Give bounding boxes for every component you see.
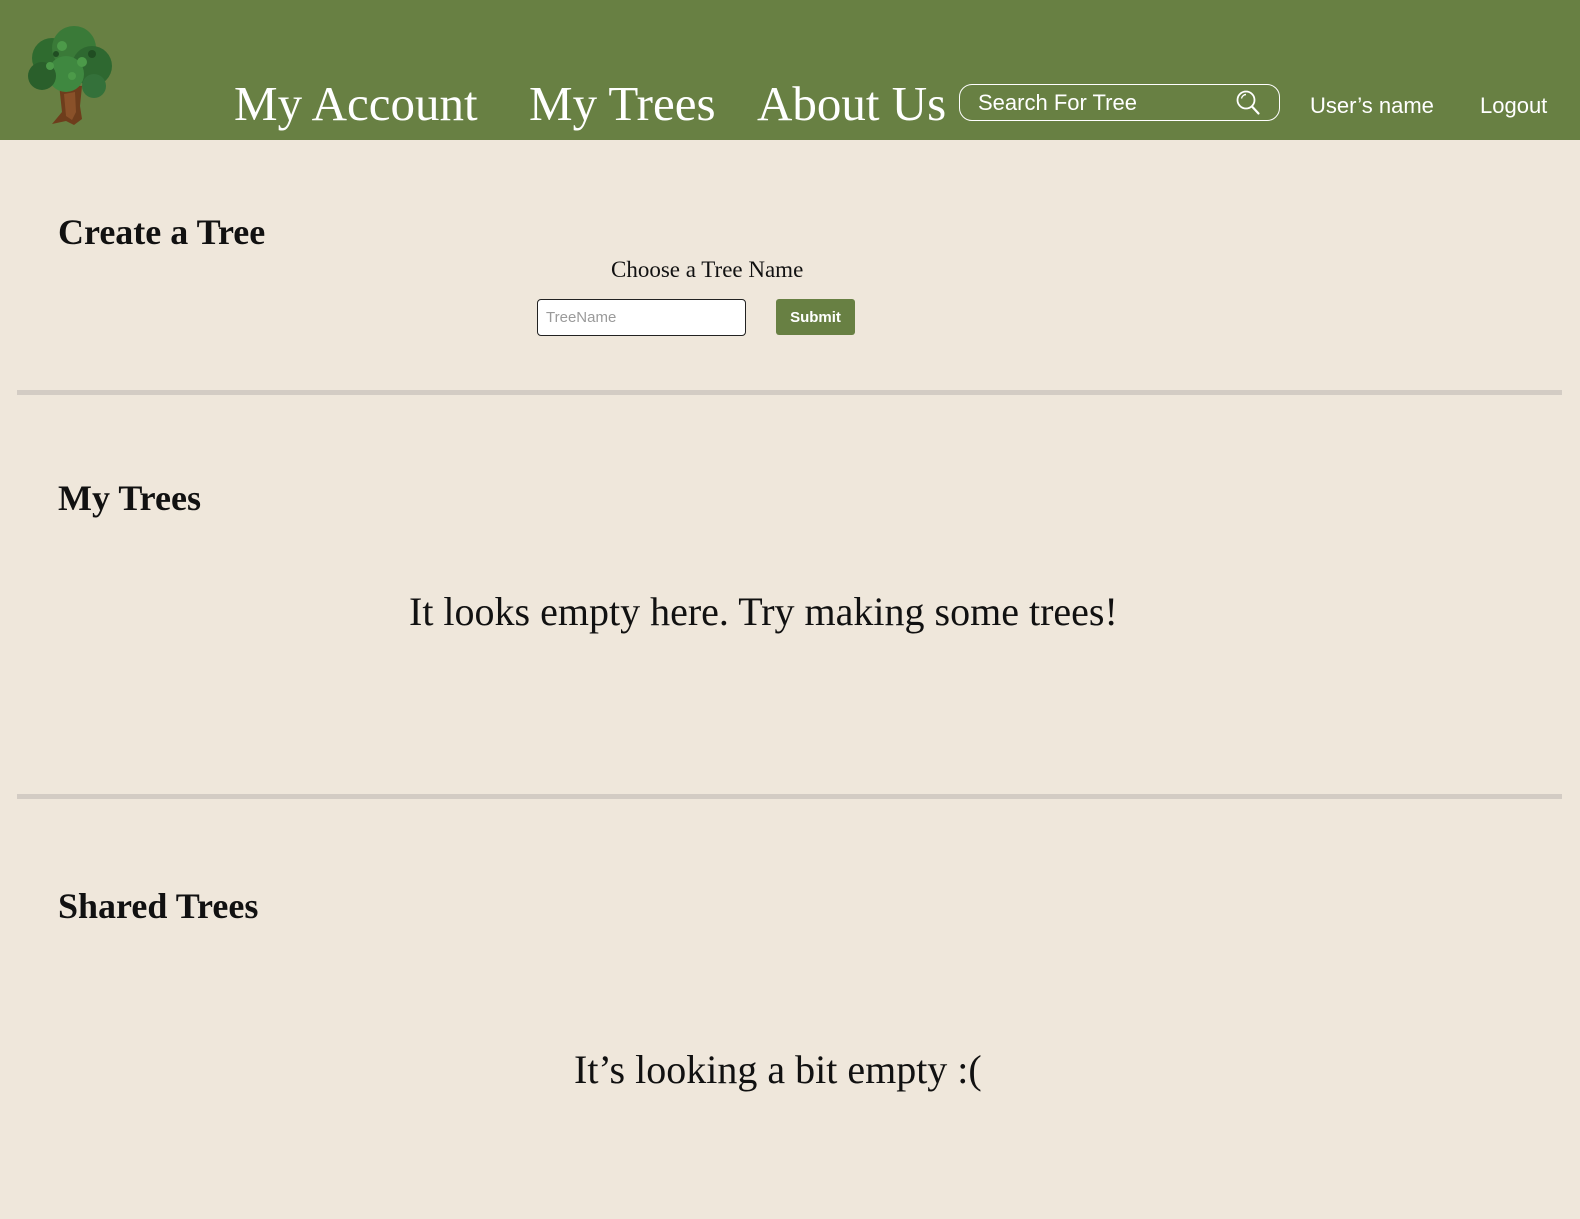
tree-name-input[interactable] [537,299,746,336]
nav-link-my-account[interactable]: My Account [234,74,478,134]
shared-trees-empty-message: It’s looking a bit empty :( [574,1047,982,1092]
tree-name-label: Choose a Tree Name [611,257,804,282]
section-divider [17,794,1562,799]
search-input[interactable] [978,88,1228,117]
my-trees-title: My Trees [58,478,201,518]
search-box [959,84,1280,121]
section-divider [17,390,1562,395]
nav-link-about-us[interactable]: About Us [757,74,946,134]
tree-logo-icon[interactable] [22,24,116,128]
top-nav-bar: My Account My Trees About Us User’s name… [0,0,1580,140]
user-name[interactable]: User’s name [1310,91,1434,121]
submit-button[interactable]: Submit [776,299,855,335]
logout-link[interactable]: Logout [1480,91,1547,121]
nav-link-my-trees[interactable]: My Trees [529,74,716,134]
my-trees-empty-message: It looks empty here. Try making some tre… [409,589,1118,634]
search-icon[interactable] [1234,89,1262,117]
shared-trees-title: Shared Trees [58,886,259,926]
create-tree-title: Create a Tree [58,212,266,252]
